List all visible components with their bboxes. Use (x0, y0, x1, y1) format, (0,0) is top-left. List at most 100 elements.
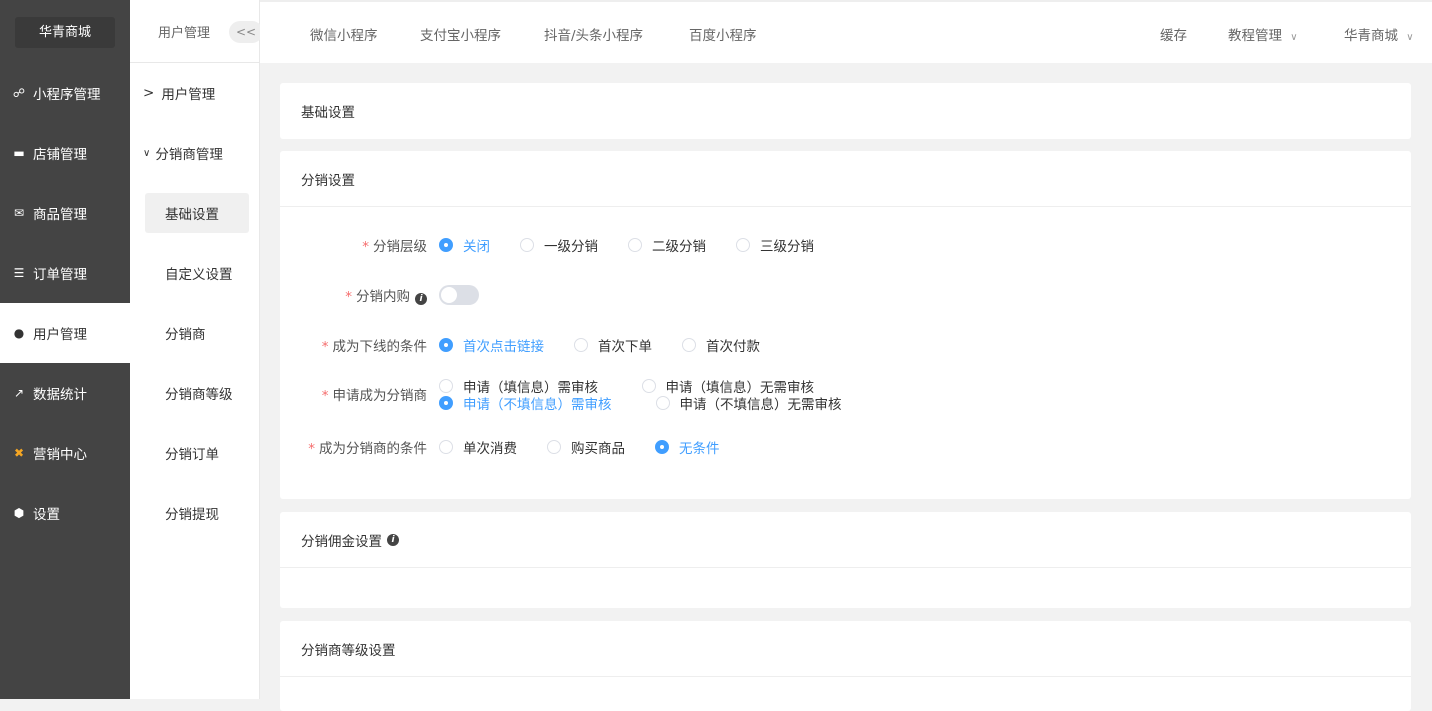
sidebar-item-label: 数据统计 (33, 387, 87, 403)
subnav-item-basic-settings[interactable]: 基础设置 (145, 193, 249, 233)
cache-link[interactable]: 缓存 (1160, 24, 1187, 44)
radio-circle-icon (520, 238, 534, 252)
info-icon[interactable]: i (387, 533, 399, 546)
option-label: 关闭 (463, 239, 490, 255)
radio-circle-icon (682, 338, 696, 352)
tab-baidu[interactable]: 百度小程序 (689, 24, 757, 44)
radio-downline-click[interactable]: 首次点击链接 (439, 335, 544, 355)
sidebar-item-label: 用户管理 (33, 327, 87, 343)
radio-circle-icon (736, 238, 750, 252)
subnav-group-users[interactable]: > 用户管理 (130, 73, 260, 113)
radio-downline-pay[interactable]: 首次付款 (682, 335, 760, 355)
sidebar-item-label: 小程序管理 (33, 87, 101, 103)
commission-settings-card: 分销佣金设置 i (280, 512, 1411, 608)
gear-icon: ⬢ (13, 506, 25, 520)
sidebar-item-miniprogram[interactable]: ☍ 小程序管理 (0, 63, 130, 123)
subnav-title: 用户管理 (158, 25, 211, 41)
downline-row: * 成为下线的条件 首次点击链接 首次下单 首次付款 (280, 335, 790, 355)
tutorial-menu[interactable]: 教程管理 ∨ (1228, 24, 1298, 44)
option-label: 首次点击链接 (463, 339, 544, 355)
sidebar-item-orders[interactable]: ☰ 订单管理 (0, 243, 130, 303)
collapse-button[interactable]: << (229, 21, 263, 43)
option-label: 申请（不填信息）无需审核 (679, 396, 842, 413)
radio-level-off[interactable]: 关闭 (439, 235, 490, 255)
sidebar-item-stats[interactable]: ↗ 数据统计 (0, 363, 130, 423)
sidebar-item-marketing[interactable]: ✖ 营销中心 (0, 423, 130, 483)
chevron-down-icon: ∨ (1290, 32, 1298, 43)
distribution-settings-card: 分销设置 * 分销层级 关闭 一级分销 二级分销 三级分销 * 分销内购 i * 成为下… (280, 151, 1411, 499)
subnav-group-label: 用户管理 (161, 87, 216, 103)
user-icon: ● (13, 326, 25, 340)
field-label: 成为分销商的条件 (319, 441, 427, 457)
goods-icon: ✉ (13, 206, 25, 220)
radio-condition-single[interactable]: 单次消费 (439, 437, 517, 457)
info-icon[interactable]: i (415, 293, 427, 305)
radio-level-2[interactable]: 二级分销 (628, 235, 706, 255)
radio-level-1[interactable]: 一级分销 (520, 235, 598, 255)
option-label: 无条件 (679, 441, 720, 457)
store-menu[interactable]: 华青商城 ∨ (1344, 24, 1414, 44)
chevron-down-icon: ∨ (143, 147, 151, 159)
sidebar-item-shop[interactable]: ▬ 店铺管理 (0, 123, 130, 183)
subnav-item-distributor-levels[interactable]: 分销商等级 (145, 373, 249, 413)
apply-row: * 申请成为分销商 申请（填信息）需审核 申请（填信息）无需审核 申请（不填信息）… (280, 377, 872, 413)
card-title: 基础设置 (301, 105, 355, 121)
radio-apply-noinfo-review[interactable]: 申请（不填信息）需审核 (439, 394, 612, 413)
subnav-group-label: 分销商管理 (155, 147, 223, 163)
subnav-item-custom-settings[interactable]: 自定义设置 (145, 253, 249, 293)
link-icon: ☍ (12, 86, 26, 100)
store-label: 华青商城 (1344, 28, 1398, 44)
subnav-group-distributors[interactable]: ∨ 分销商管理 (130, 133, 260, 173)
sidebar-item-label: 营销中心 (33, 447, 87, 463)
chart-icon: ↗ (13, 386, 25, 400)
option-label: 单次消费 (463, 441, 517, 457)
sidebar-item-users[interactable]: ● 用户管理 (0, 303, 130, 363)
brand-logo[interactable]: 华青商城 (15, 17, 115, 48)
field-label: 分销内购 (356, 289, 410, 305)
subnav-item-withdrawals[interactable]: 分销提现 (145, 493, 249, 533)
radio-circle-icon (439, 395, 453, 410)
field-label: 分销层级 (373, 239, 427, 255)
main-sidebar: 华青商城 ☍ 小程序管理 ▬ 店铺管理 ✉ 商品管理 ☰ 订单管理 ● 用户管理 ↗ 数据统… (0, 0, 130, 699)
radio-circle-icon (439, 440, 453, 454)
card-title: 分销商等级设置 (301, 642, 396, 659)
radio-circle-icon (439, 238, 453, 252)
option-label: 申请（不填信息）需审核 (463, 396, 612, 413)
radio-circle-icon (574, 338, 588, 352)
radio-apply-info-review[interactable]: 申请（填信息）需审核 (439, 377, 612, 396)
option-label: 首次下单 (598, 339, 652, 355)
radio-circle-icon (439, 338, 453, 352)
chevron-right-icon: > (143, 85, 155, 101)
shop-icon: ▬ (13, 146, 25, 160)
sidebar-item-label: 商品管理 (33, 207, 87, 223)
radio-circle-icon (628, 238, 642, 252)
tab-douyin[interactable]: 抖音/头条小程序 (544, 24, 643, 44)
internal-purchase-row: * 分销内购 i (280, 285, 479, 305)
sidebar-item-settings[interactable]: ⬢ 设置 (0, 483, 130, 543)
radio-condition-none[interactable]: 无条件 (655, 437, 720, 457)
tab-alipay[interactable]: 支付宝小程序 (420, 24, 501, 44)
radio-apply-noinfo-noreview[interactable]: 申请（不填信息）无需审核 (655, 394, 842, 413)
radio-apply-info-noreview[interactable]: 申请（填信息）无需审核 (641, 377, 842, 396)
radio-circle-icon (439, 378, 453, 393)
sidebar-item-label: 店铺管理 (33, 147, 87, 163)
card-title: 分销设置 (301, 172, 355, 189)
field-label: 申请成为分销商 (332, 388, 428, 404)
condition-row: * 成为分销商的条件 单次消费 购买商品 无条件 (280, 437, 750, 457)
sidebar-item-goods[interactable]: ✉ 商品管理 (0, 183, 130, 243)
basic-settings-card: 基础设置 (280, 83, 1411, 139)
option-label: 一级分销 (544, 239, 598, 255)
radio-condition-buy[interactable]: 购买商品 (547, 437, 625, 457)
radio-downline-order[interactable]: 首次下单 (574, 335, 652, 355)
radio-level-3[interactable]: 三级分销 (736, 235, 814, 255)
tab-wechat[interactable]: 微信小程序 (310, 24, 378, 44)
radio-circle-icon (655, 395, 670, 410)
internal-purchase-toggle[interactable] (439, 285, 479, 305)
option-label: 购买商品 (571, 441, 625, 457)
top-bar: 微信小程序 支付宝小程序 抖音/头条小程序 百度小程序 缓存 教程管理 ∨ 华青… (260, 0, 1432, 63)
subnav-item-distributors[interactable]: 分销商 (145, 313, 249, 353)
radio-circle-icon (655, 440, 669, 454)
option-label: 三级分销 (760, 239, 814, 255)
chevron-down-icon: ∨ (1406, 32, 1414, 43)
subnav-item-distribution-orders[interactable]: 分销订单 (145, 433, 249, 473)
